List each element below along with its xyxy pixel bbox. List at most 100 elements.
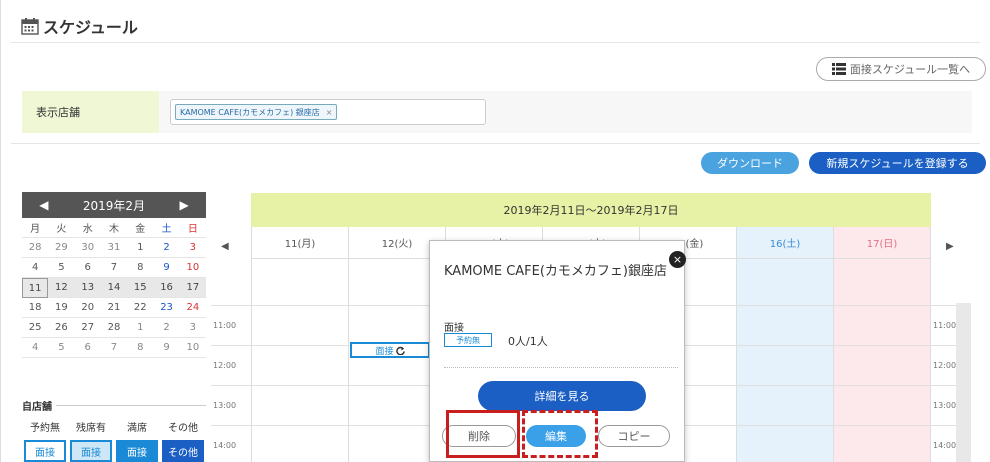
mini-weekday: 木 — [100, 218, 128, 238]
store-filter-label: 表示店舗 — [22, 91, 159, 133]
mini-month-label: 2019年2月 — [82, 198, 146, 213]
mini-day[interactable]: 27 — [74, 318, 101, 338]
calendar-event[interactable]: 面接 — [350, 342, 430, 358]
legend-chips: 面接 面接 面接 その他 — [22, 440, 206, 462]
legend-label: その他 — [168, 423, 198, 434]
legend-chip-seats-left: 面接 — [70, 440, 112, 462]
mini-day[interactable]: 25 — [22, 318, 49, 338]
mini-day[interactable]: 30 — [74, 238, 101, 258]
mini-day[interactable]: 13 — [74, 278, 101, 298]
list-icon — [831, 63, 846, 75]
mini-day[interactable]: 19 — [48, 298, 75, 318]
legend-chip-no-reservation: 面接 — [24, 440, 66, 462]
popup-divider — [444, 367, 678, 368]
mini-day[interactable]: 3 — [179, 238, 206, 258]
edit-highlight-box — [522, 410, 598, 458]
mini-day[interactable]: 8 — [127, 338, 154, 358]
store-filter-row: 表示店舗 KAMOME CAFE(カモメカフェ) 銀座店 × — [22, 91, 972, 133]
popup-count: 0人/1人 — [508, 335, 548, 348]
own-store-legend: 自店舗 予約無 残席有 満席 その他 面接 面接 面接 その他 — [22, 398, 206, 462]
time-label-right: 13:00 — [933, 401, 957, 410]
page-title: スケジュール — [43, 18, 138, 37]
mini-day[interactable]: 15 — [127, 278, 154, 298]
mini-day[interactable]: 26 — [48, 318, 75, 338]
calendar-icon — [21, 18, 39, 35]
mini-day[interactable]: 10 — [179, 258, 206, 278]
interview-list-label: 面接スケジュール一覧へ — [849, 63, 971, 76]
store-tag: KAMOME CAFE(カモメカフェ) 銀座店 × — [175, 104, 338, 120]
time-label-right: 12:00 — [933, 361, 957, 370]
interview-list-button[interactable]: 面接スケジュール一覧へ — [816, 57, 986, 81]
mini-day[interactable]: 7 — [100, 338, 128, 358]
mini-day[interactable]: 22 — [127, 298, 154, 318]
header-divider — [11, 42, 980, 43]
mini-day[interactable]: 11 — [22, 278, 49, 298]
mini-day[interactable]: 18 — [22, 298, 49, 318]
mini-day[interactable]: 2 — [153, 238, 180, 258]
time-label-right: 11:00 — [933, 321, 957, 330]
week-next-button[interactable]: ▶ — [946, 241, 954, 252]
mini-day[interactable]: 29 — [48, 238, 75, 258]
mini-day[interactable]: 24 — [179, 298, 206, 318]
mini-calendar: ◀ 2019年2月 ▶ 月火水木金土日 28 29 30 31 1 2 3 4 5 6 7 8 9 10 11… — [22, 192, 206, 358]
mini-day[interactable]: 16 — [153, 278, 180, 298]
mini-day[interactable]: 3 — [179, 318, 206, 338]
mini-day[interactable]: 31 — [100, 238, 128, 258]
calendar-scrollbar[interactable] — [956, 303, 971, 462]
legend-label: 満席 — [127, 423, 147, 434]
mini-next-button[interactable]: ▶ — [180, 198, 189, 212]
time-label: 14:00 — [213, 441, 237, 450]
download-button[interactable]: ダウンロード — [701, 152, 799, 174]
mini-day[interactable]: 2 — [153, 318, 180, 338]
mini-day[interactable]: 7 — [100, 258, 128, 278]
mini-day[interactable]: 28 — [100, 318, 128, 338]
schedule-page: スケジュール 面接スケジュール一覧へ 表示店舗 KAMOME CAFE(カモメカ… — [0, 0, 990, 462]
filter-divider — [11, 143, 980, 144]
popup-event-type: 面接 — [444, 323, 464, 334]
popup-store-name: KAMOME CAFE(カモメカフェ)銀座店 — [444, 264, 668, 279]
mini-day[interactable]: 4 — [22, 338, 49, 358]
page-header: スケジュール — [21, 14, 138, 38]
time-label: 13:00 — [213, 401, 237, 410]
mini-day[interactable]: 4 — [22, 258, 49, 278]
mini-weekday: 火 — [48, 218, 75, 238]
copy-button[interactable]: コピー — [598, 425, 670, 447]
legend-label: 残席有 — [76, 423, 106, 434]
mini-day[interactable]: 10 — [179, 338, 206, 358]
mini-day[interactable]: 21 — [100, 298, 128, 318]
event-label: 面接 — [375, 346, 394, 357]
mini-day[interactable]: 5 — [48, 258, 75, 278]
mini-day[interactable]: 6 — [74, 258, 101, 278]
new-schedule-button[interactable]: 新規スケジュールを登録する — [809, 152, 986, 174]
own-store-title: 自店舗 — [22, 398, 206, 413]
mini-day[interactable]: 8 — [127, 258, 154, 278]
week-range: 2019年2月11日〜2019年2月17日 — [251, 193, 931, 227]
mini-calendar-grid: 月火水木金土日 28 29 30 31 1 2 3 4 5 6 7 8 9 10 11 12 13 14 15 16 17… — [22, 218, 206, 358]
mini-day[interactable]: 14 — [100, 278, 128, 298]
mini-day[interactable]: 5 — [48, 338, 75, 358]
store-select[interactable]: KAMOME CAFE(カモメカフェ) 銀座店 × — [170, 99, 486, 125]
store-tag-remove[interactable]: × — [326, 108, 333, 117]
mini-weekday: 土 — [153, 218, 180, 238]
time-label-right: 14:00 — [933, 441, 957, 450]
mini-day[interactable]: 9 — [153, 258, 180, 278]
detail-button[interactable]: 詳細を見る — [478, 381, 646, 411]
week-prev-button[interactable]: ◀ — [221, 241, 229, 252]
delete-highlight-box — [446, 410, 520, 458]
mini-day[interactable]: 28 — [22, 238, 49, 258]
day-header: 11(月) — [252, 227, 348, 259]
mini-day[interactable]: 9 — [153, 338, 180, 358]
legend-label: 予約無 — [30, 423, 60, 434]
refresh-icon — [395, 346, 405, 355]
mini-day[interactable]: 1 — [127, 318, 154, 338]
mini-weekday: 金 — [127, 218, 154, 238]
mini-day[interactable]: 6 — [74, 338, 101, 358]
day-header: 17(日) — [834, 227, 930, 259]
mini-prev-button[interactable]: ◀ — [39, 198, 48, 212]
mini-weekday: 日 — [179, 218, 206, 238]
mini-day[interactable]: 12 — [48, 278, 75, 298]
mini-day[interactable]: 17 — [179, 278, 206, 298]
mini-day[interactable]: 23 — [153, 298, 180, 318]
mini-day[interactable]: 1 — [127, 238, 154, 258]
mini-day[interactable]: 20 — [74, 298, 101, 318]
